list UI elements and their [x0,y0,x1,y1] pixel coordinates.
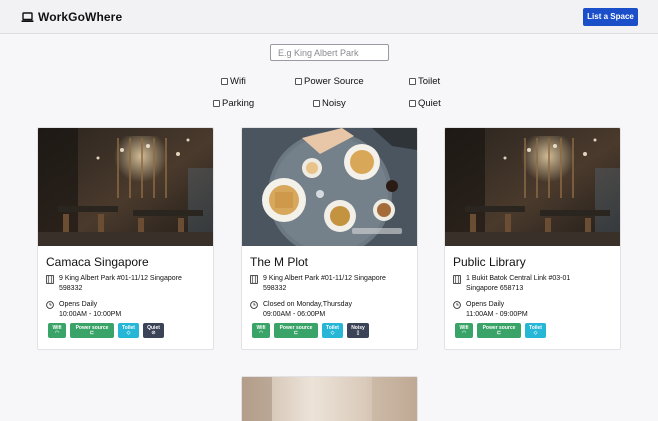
wifi-checkbox[interactable] [221,77,228,85]
clock-icon [453,301,461,320]
space-photo [445,128,620,246]
card-title[interactable]: The M Plot [250,255,308,269]
quiet-checkbox[interactable] [409,99,416,107]
top-navbar: WorkGoWhere List a Space [0,0,658,34]
card-title[interactable]: Public Library [453,255,526,269]
card-title[interactable]: Camaca Singapore [46,255,149,269]
clock-icon [46,301,54,320]
list-a-space-button[interactable]: List a Space [583,8,638,26]
building-icon [250,275,258,294]
building-icon [46,275,54,294]
clock-icon [250,301,258,320]
filter-power-source-label: Power Source [304,75,364,87]
address-line-1: 9 King Albert Park #01-11/12 Singapore [59,275,182,282]
tag-power-source: Power source ⊏ [274,323,318,338]
space-card[interactable]: The M Plot 9 King Albert Park #01-11/12 … [241,127,418,350]
filter-toilet[interactable]: Toilet [409,75,440,87]
address-row: 9 King Albert Park #01-11/12 Singapore 5… [250,274,417,294]
tag-power-source: Power source ⊏ [477,323,521,338]
filter-wifi[interactable]: Wifi [221,75,246,87]
address-line-2: Singapore 658713 [466,285,524,292]
brand-name: WorkGoWhere [38,10,123,24]
hours-row: Opens Daily 10:00AM - 10:00PM [46,300,213,320]
hours-row: Closed on Monday,Thursday 09:00AM - 06:0… [250,300,417,320]
parking-checkbox[interactable] [213,99,220,107]
filter-parking[interactable]: Parking [213,97,254,109]
tag-wifi: Wifi ◠ [455,323,473,338]
filter-quiet[interactable]: Quiet [409,97,441,109]
plug-icon: ⊏ [293,330,299,336]
filter-parking-label: Parking [222,97,255,109]
hours-line-1: Closed on Monday,Thursday [263,301,352,308]
drop-icon: ◇ [126,330,131,336]
tag-noisy: Noisy ▯ [347,323,369,338]
wifi-icon: ◠ [258,330,264,336]
amenity-tags: Wifi ◠ Power source ⊏ Toilet ◇ [455,323,546,338]
speaker-icon: ▯ [356,330,360,336]
address-row: 9 King Albert Park #01-11/12 Singapore 5… [46,274,213,294]
amenity-tags: Wifi ◠ Power source ⊏ Toilet ◇ Noisy ▯ [252,323,369,338]
plug-icon: ⊏ [496,330,502,336]
tag-power-source: Power source ⊏ [70,323,114,338]
address-line-2: 598332 [263,285,287,292]
hours-line-2: 09:00AM - 06:00PM [263,311,326,318]
space-photo [242,128,417,246]
hours-line-2: 10:00AM - 10:00PM [59,311,122,318]
tag-wifi: Wifi ◠ [252,323,270,338]
drop-icon: ◇ [533,330,538,336]
address-line-2: 598332 [59,285,83,292]
space-card[interactable]: Public Library 1 Bukit Batok Central Lin… [444,127,621,350]
hours-line-1: Opens Daily [466,301,505,308]
tag-wifi: Wifi ◠ [48,323,66,338]
tag-toilet: Toilet ◇ [525,323,546,338]
building-icon [453,275,461,294]
hours-line-1: Opens Daily [59,301,98,308]
space-photo [242,377,417,421]
noisy-checkbox[interactable] [313,99,320,107]
space-card-partial[interactable] [241,376,418,421]
filter-wifi-label: Wifi [230,75,246,87]
address-line-1: 9 King Albert Park #01-11/12 Singapore [263,275,386,282]
space-card[interactable]: Camaca Singapore 9 King Albert Park #01-… [37,127,214,350]
amenity-tags: Wifi ◠ Power source ⊏ Toilet ◇ Quiet ⊘ [48,323,164,338]
search-input[interactable] [270,44,389,61]
filter-power-source[interactable]: Power Source [295,75,364,87]
laptop-icon [21,11,34,23]
power-source-checkbox[interactable] [295,77,302,85]
address-line-1: 1 Bukit Batok Central Link #03-01 [466,275,571,282]
address-row: 1 Bukit Batok Central Link #03-01 Singap… [453,274,620,294]
filter-toilet-label: Toilet [418,75,441,87]
tag-toilet: Toilet ◇ [118,323,139,338]
filter-noisy-label: Noisy [322,97,346,109]
space-photo [38,128,213,246]
filter-quiet-label: Quiet [418,97,441,109]
toilet-checkbox[interactable] [409,77,416,85]
brand[interactable]: WorkGoWhere [21,9,122,25]
plug-icon: ⊏ [89,330,95,336]
wifi-icon: ◠ [461,330,467,336]
hours-row: Opens Daily 11:00AM - 09:00PM [453,300,620,320]
filter-noisy[interactable]: Noisy [313,97,346,109]
wifi-icon: ◠ [54,330,60,336]
hours-line-2: 11:00AM - 09:00PM [466,311,528,318]
tag-quiet: Quiet ⊘ [143,323,164,338]
tag-toilet: Toilet ◇ [322,323,343,338]
drop-icon: ◇ [330,330,335,336]
mute-icon: ⊘ [151,330,156,336]
